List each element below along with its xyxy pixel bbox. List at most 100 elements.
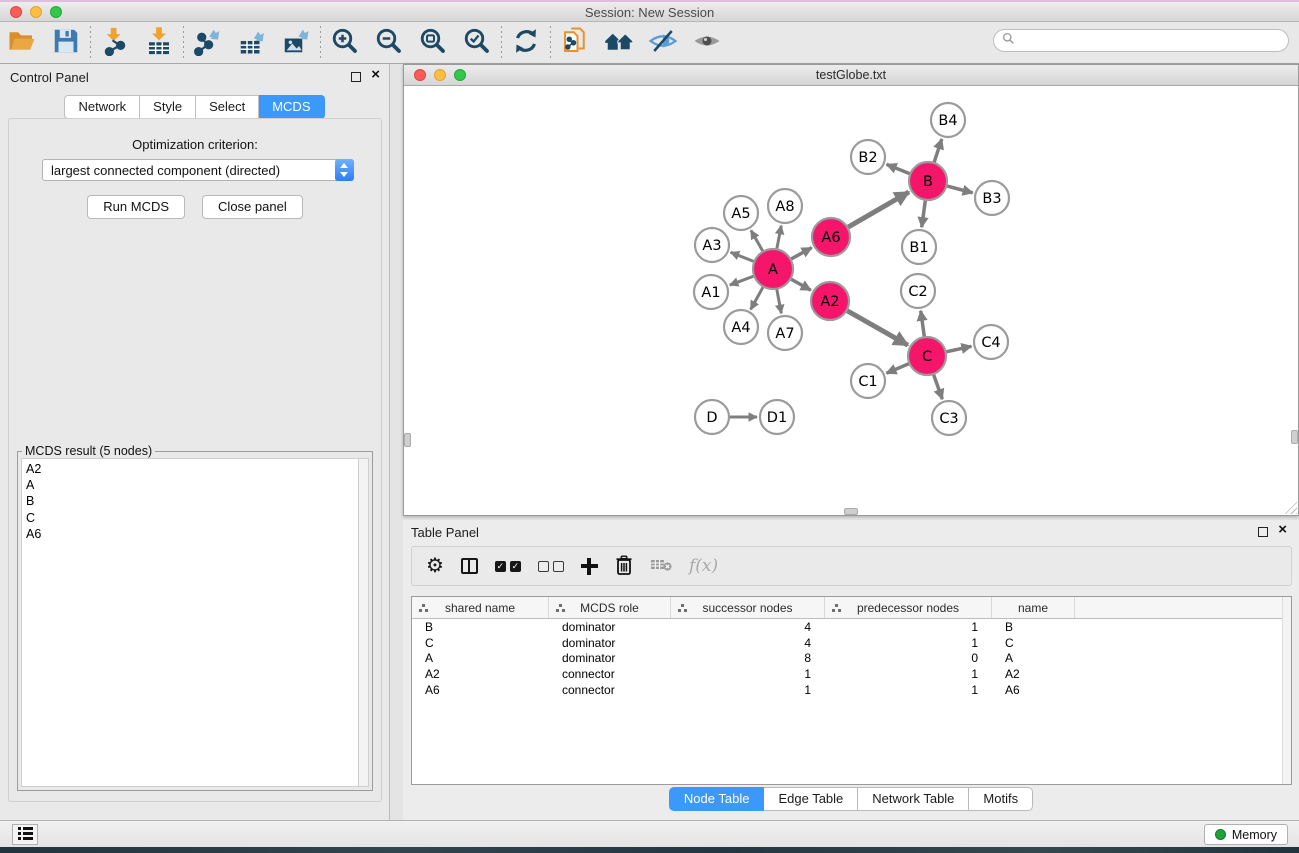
mcds-result-item[interactable]: A6 <box>26 526 358 542</box>
table-row[interactable]: A6connector11A6 <box>412 682 1291 698</box>
select-all-columns-button[interactable]: ✓✓ <box>495 561 521 572</box>
graph-node-A7[interactable]: A7 <box>768 316 802 350</box>
graph-node-A2[interactable]: A2 <box>811 282 849 320</box>
tab-network-table[interactable]: Network Table <box>858 787 969 811</box>
tab-select[interactable]: Select <box>196 95 259 119</box>
mcds-result-item[interactable]: C <box>26 510 358 526</box>
graph-node-A8[interactable]: A8 <box>768 189 802 223</box>
search-input[interactable] <box>1015 34 1288 48</box>
table-settings-button[interactable]: ⚙ <box>426 556 444 576</box>
checked-boxes-icon: ✓✓ <box>495 561 521 572</box>
import-table-button[interactable] <box>137 24 181 62</box>
clone-network-button[interactable] <box>553 24 597 62</box>
table-scrollbar[interactable] <box>1282 597 1291 784</box>
graph-node-C3[interactable]: C3 <box>932 401 966 435</box>
network-hscroll-thumb[interactable] <box>844 508 858 515</box>
create-column-button[interactable] <box>581 558 598 575</box>
table-row[interactable]: Adominator80A <box>412 651 1291 667</box>
column-header-name[interactable]: name <box>992 597 1075 618</box>
mcds-result-item[interactable]: B <box>26 493 358 509</box>
graph-node-C2[interactable]: C2 <box>901 274 935 308</box>
table-row[interactable]: Bdominator41B <box>412 619 1291 635</box>
window-titlebar[interactable]: Session: New Session <box>0 0 1299 22</box>
network-vscroll-thumb-right[interactable] <box>1291 430 1298 444</box>
zoom-selected-button[interactable] <box>455 24 499 62</box>
graph-node-C4[interactable]: C4 <box>974 325 1008 359</box>
memory-status-button[interactable]: Memory <box>1204 824 1288 845</box>
open-file-button[interactable] <box>0 24 44 62</box>
close-panel-icon[interactable]: × <box>371 66 380 83</box>
mcds-result-list[interactable]: A2ABCA6 <box>21 458 358 787</box>
tab-style[interactable]: Style <box>140 95 196 119</box>
eye-icon <box>692 26 722 59</box>
close-panel-button[interactable]: Close panel <box>202 195 303 219</box>
graph-node-B3[interactable]: B3 <box>975 181 1009 215</box>
column-header-predecessor-nodes[interactable]: predecessor nodes <box>825 597 992 618</box>
mcds-result-item[interactable]: A <box>26 477 358 493</box>
graph-node-B1[interactable]: B1 <box>902 230 936 264</box>
shared-column-icon <box>556 604 565 612</box>
graph-node-C1[interactable]: C1 <box>851 364 885 398</box>
graph-node-A6[interactable]: A6 <box>812 218 850 256</box>
mcds-list-scrollbar[interactable] <box>358 458 369 787</box>
svg-text:A6: A6 <box>821 230 840 246</box>
column-header-successor-nodes[interactable]: successor nodes <box>671 597 825 618</box>
show-graphics-details-button[interactable] <box>685 24 729 62</box>
close-panel-icon[interactable]: × <box>1278 521 1287 538</box>
export-network-button[interactable] <box>186 24 230 62</box>
home-layout-button[interactable] <box>597 24 641 62</box>
column-header-shared-name[interactable]: shared name <box>412 597 549 618</box>
svg-text:A2: A2 <box>820 294 839 310</box>
graph-node-A3[interactable]: A3 <box>695 228 729 262</box>
run-mcds-button[interactable]: Run MCDS <box>87 195 185 219</box>
delete-table-button[interactable] <box>650 558 672 575</box>
graph-node-B2[interactable]: B2 <box>851 140 885 174</box>
tab-motifs[interactable]: Motifs <box>969 787 1033 811</box>
export-table-button[interactable] <box>230 24 274 62</box>
refresh-button[interactable] <box>504 24 548 62</box>
graph-node-A[interactable]: A <box>753 249 793 289</box>
unselect-all-columns-button[interactable] <box>538 561 564 572</box>
save-session-button[interactable] <box>44 24 88 62</box>
float-panel-icon[interactable] <box>351 72 361 82</box>
zoom-in-button[interactable] <box>323 24 367 62</box>
svg-text:A3: A3 <box>702 238 721 254</box>
optimization-criterion-select[interactable]: largest connected component (directed) <box>42 159 354 181</box>
graph-node-D[interactable]: D <box>695 400 729 434</box>
table-cell: dominator <box>549 651 671 665</box>
graph-node-B4[interactable]: B4 <box>931 103 965 137</box>
graph-node-A1[interactable]: A1 <box>694 275 728 309</box>
zoom-out-button[interactable] <box>367 24 411 62</box>
tab-node-table[interactable]: Node Table <box>669 787 765 811</box>
trash-icon <box>615 555 633 578</box>
network-vscroll-thumb-left[interactable] <box>404 433 411 447</box>
mcds-result-item[interactable]: A2 <box>26 461 358 477</box>
network-window-titlebar[interactable]: testGlobe.txt <box>404 65 1298 86</box>
hide-graphics-details-button[interactable] <box>641 24 685 62</box>
table-row[interactable]: Cdominator41C <box>412 635 1291 651</box>
main-area: Control Panel × NetworkStyleSelectMCDS O… <box>0 64 1299 820</box>
tab-network[interactable]: Network <box>64 95 140 119</box>
zoom-fit-button[interactable] <box>411 24 455 62</box>
graph-node-A4[interactable]: A4 <box>724 310 758 344</box>
network-canvas[interactable]: B4 B2 B B3 A8 A5 A6 B1 A3 A A1 C2 A2 A4 A7 C4 C C1 C3 D D1 <box>404 86 1298 515</box>
function-builder-button[interactable]: f(x) <box>689 556 718 576</box>
task-history-button[interactable] <box>12 824 38 845</box>
table-row[interactable]: A2connector11A2 <box>412 666 1291 682</box>
column-header-mcds-role[interactable]: MCDS role <box>549 597 671 618</box>
show-columns-button[interactable] <box>461 558 478 574</box>
graph-node-A5[interactable]: A5 <box>724 196 758 230</box>
tab-edge-table[interactable]: Edge Table <box>764 787 858 811</box>
import-network-button[interactable] <box>93 24 137 62</box>
session-title: Session: New Session <box>0 5 1299 20</box>
network-graph: B4 B2 B B3 A8 A5 A6 B1 A3 A A1 C2 A2 A4 A7 C4 C C1 C3 D D1 <box>404 86 1298 515</box>
search-field[interactable] <box>993 29 1289 52</box>
export-image-button[interactable] <box>274 24 318 62</box>
graph-node-C[interactable]: C <box>908 337 946 375</box>
tab-mcds[interactable]: MCDS <box>259 95 324 119</box>
graph-node-B[interactable]: B <box>909 162 947 200</box>
graph-node-D1[interactable]: D1 <box>760 400 794 434</box>
export-network-icon <box>193 26 223 59</box>
delete-column-button[interactable] <box>615 555 633 578</box>
float-panel-icon[interactable] <box>1258 527 1268 537</box>
